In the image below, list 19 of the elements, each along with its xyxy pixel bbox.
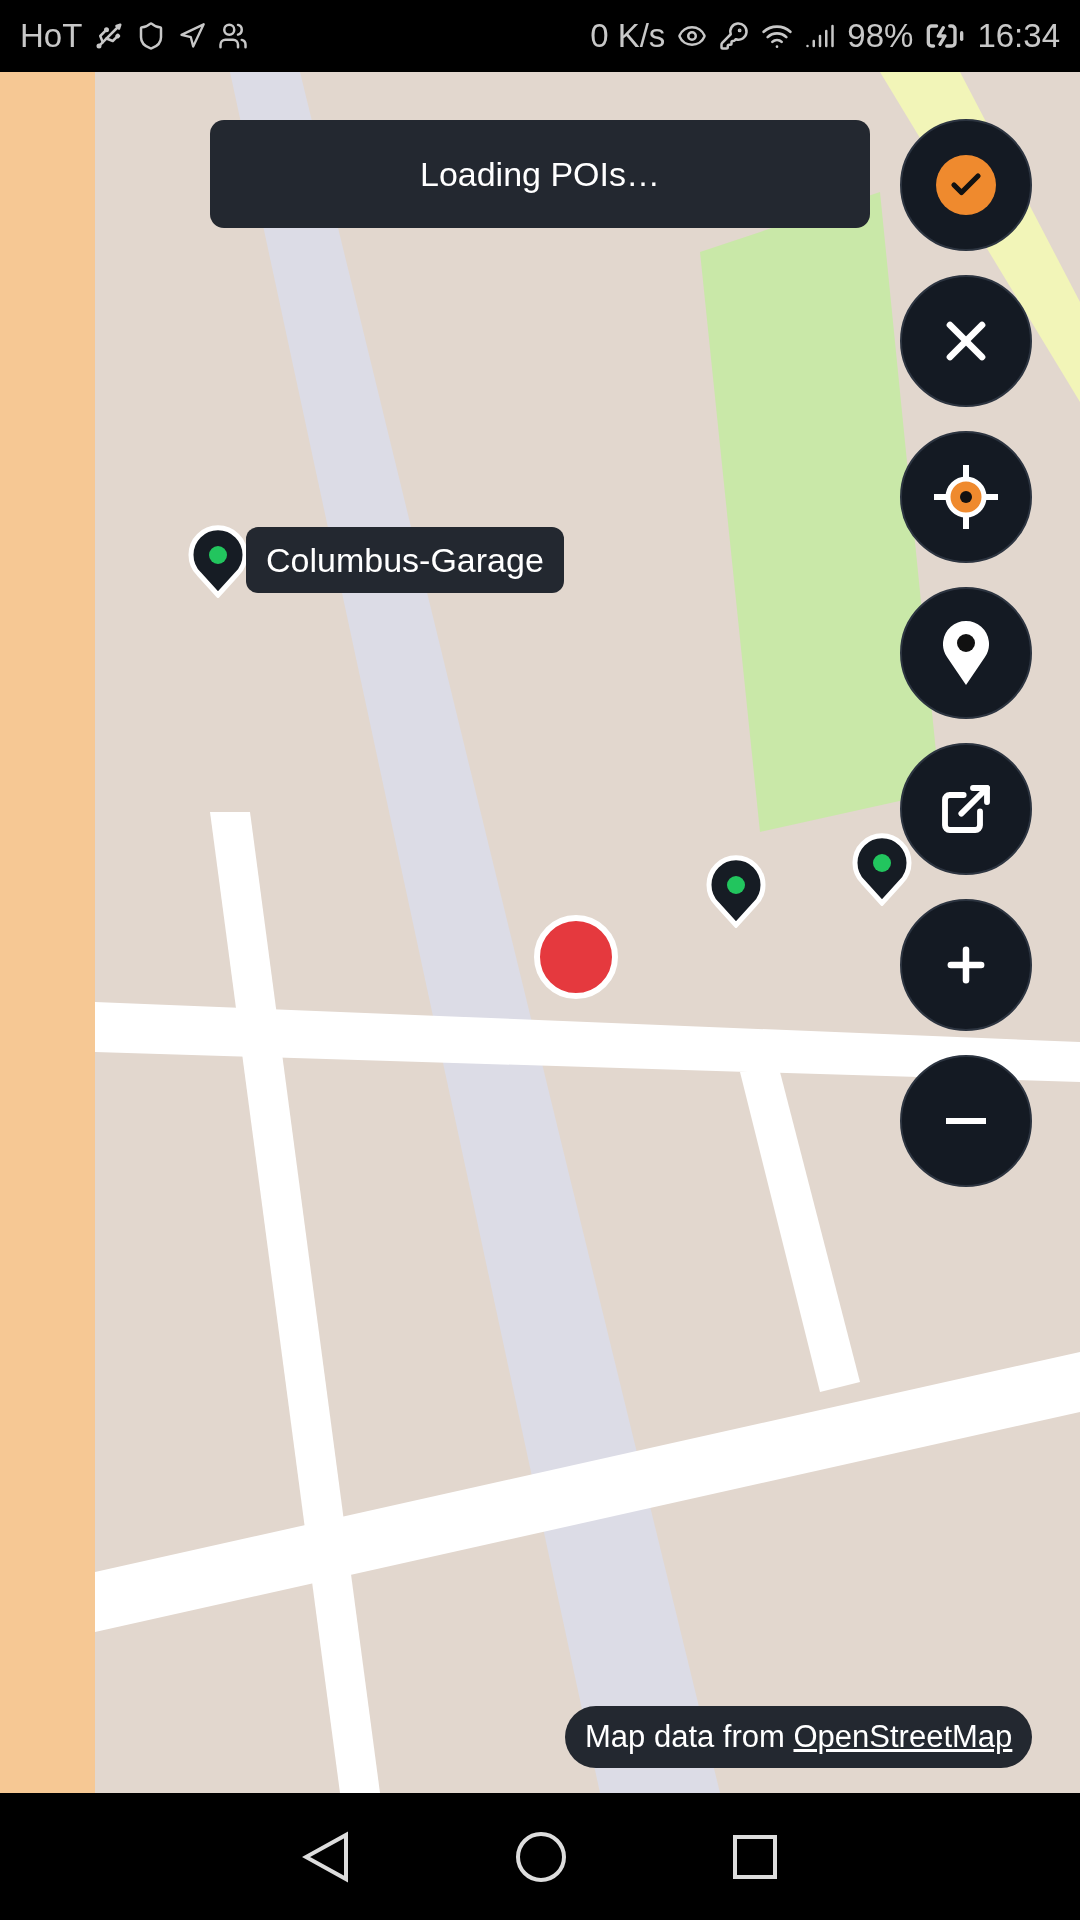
openstreetmap-link[interactable]: OpenStreetMap	[793, 1718, 1013, 1754]
map-pin-icon	[943, 621, 989, 685]
map-marker-icon[interactable]	[851, 830, 913, 906]
minus-icon	[946, 1118, 986, 1124]
key-icon	[719, 21, 750, 51]
map-marker-icon[interactable]	[187, 522, 249, 598]
carrier-label: HoT	[20, 16, 83, 57]
network-speed: 0 K/s	[590, 16, 666, 57]
attribution-text: Map data from OpenStreetMap	[585, 1717, 1013, 1756]
people-icon	[218, 21, 249, 51]
recents-icon[interactable]	[731, 1833, 778, 1880]
loading-toast: Loading POIs…	[210, 120, 870, 228]
back-icon[interactable]	[302, 1830, 351, 1883]
poi-label[interactable]: Columbus-Garage	[246, 527, 564, 593]
clock: 16:34	[977, 16, 1060, 57]
battery-percent: 98%	[847, 16, 914, 57]
location-arrow-icon	[178, 22, 207, 50]
home-icon[interactable]	[515, 1830, 567, 1883]
map-marker-icon[interactable]	[705, 852, 767, 928]
